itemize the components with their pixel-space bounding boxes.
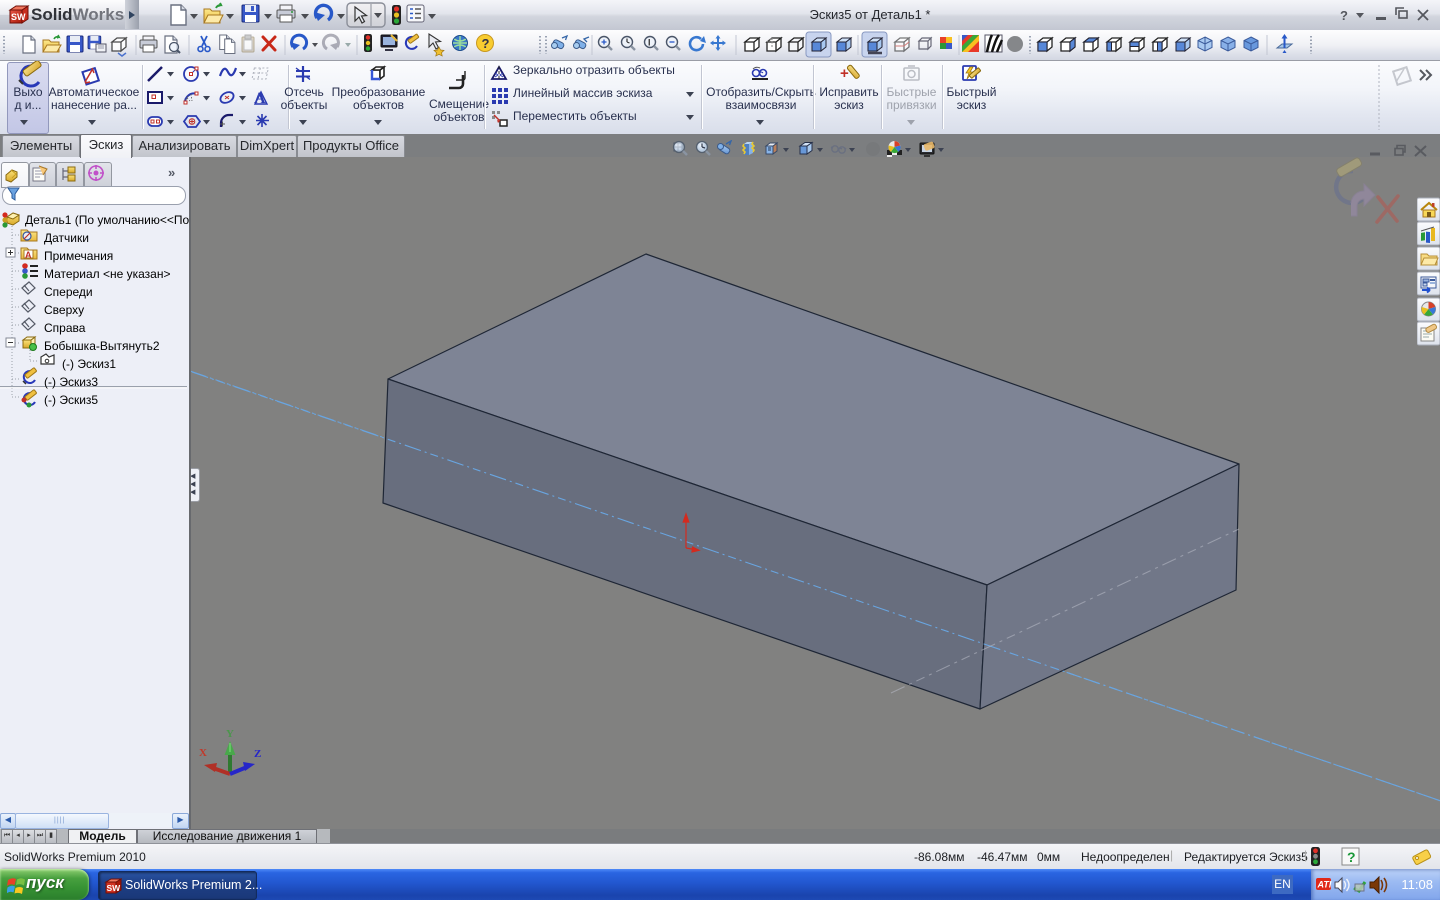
svg-text:SW: SW [107,883,122,893]
svg-text:?: ? [1340,8,1348,23]
svg-text:Y: Y [226,728,234,740]
svg-text:A: A [25,250,32,260]
svg-text:SW: SW [11,12,26,22]
svg-text:X: X [199,747,207,759]
svg-text:Z: Z [254,748,261,760]
svg-text:?: ? [1347,849,1356,865]
svg-text:I: I [648,38,651,48]
svg-text:ATI: ATI [1317,880,1332,890]
svg-text:?: ? [482,36,490,51]
